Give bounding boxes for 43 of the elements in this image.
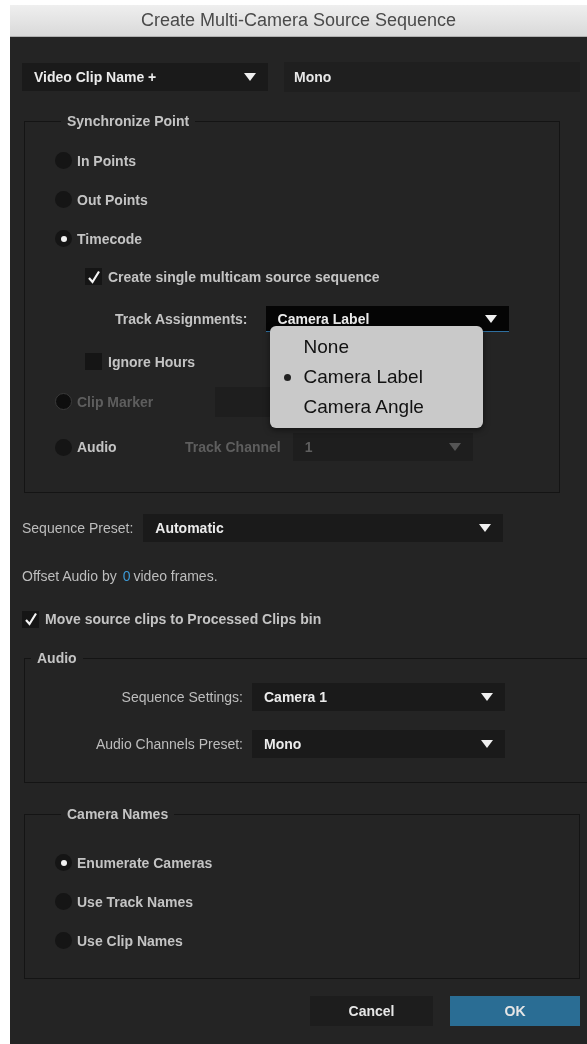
caret-icon (484, 314, 497, 323)
radio-label: Clip Marker (77, 393, 154, 410)
offset-label: Offset Audio by (22, 568, 117, 584)
field-label: Sequence Preset: (22, 520, 134, 536)
window-title: Create Multi-Camera Source Sequence (10, 5, 587, 37)
group-title: Camera Names (66, 806, 170, 823)
radio-label: Use Clip Names (77, 932, 183, 949)
checkbox-label: Create single multicam source sequence (108, 268, 380, 285)
dropdown[interactable]: Automatic (143, 514, 504, 542)
radio-label: In Points (77, 152, 137, 169)
group-title: Synchronize Point (66, 113, 191, 130)
dropdown[interactable]: Video Clip Name + (22, 63, 268, 91)
radio-label: Enumerate Cameras (77, 854, 213, 871)
menu-option[interactable]: Camera Angle (269, 392, 483, 422)
radio-label: Use Track Names (77, 893, 193, 910)
checkbox-label: Ignore Hours (108, 353, 196, 370)
dropdown[interactable]: Mono (252, 730, 505, 758)
radio-label: Timecode (77, 230, 143, 247)
caret-icon (481, 693, 493, 701)
caret-icon (244, 73, 256, 81)
menu-option[interactable]: None (269, 332, 483, 362)
field-label: Audio Channels Preset: (94, 736, 243, 752)
caret-icon (448, 443, 461, 451)
caret-icon (481, 740, 493, 748)
offset-value[interactable]: 0 (122, 568, 131, 584)
dropdown[interactable]: Camera 1 (252, 683, 505, 711)
checkbox[interactable] (22, 610, 39, 628)
cancel-button[interactable]: Cancel (310, 996, 433, 1026)
field-label: Sequence Settings: (120, 689, 243, 705)
radio-label: Out Points (77, 191, 148, 208)
caret-icon (479, 524, 492, 532)
ok-button[interactable]: OK (450, 996, 580, 1026)
field-label: Track Channel (185, 439, 281, 455)
checkbox[interactable] (85, 268, 102, 285)
radio-label: Audio (77, 439, 117, 455)
text-field[interactable]: Mono (284, 62, 580, 92)
radio-button[interactable] (55, 230, 72, 247)
group-title: Audio (36, 650, 78, 667)
menu-option[interactable]: Camera Label (269, 362, 483, 392)
radio-button[interactable] (55, 854, 72, 871)
field-label: Track Assignments: (115, 311, 248, 327)
checkbox-label: Move source clips to Processed Clips bin (45, 611, 322, 627)
offset-unit: video frames. (133, 568, 218, 584)
